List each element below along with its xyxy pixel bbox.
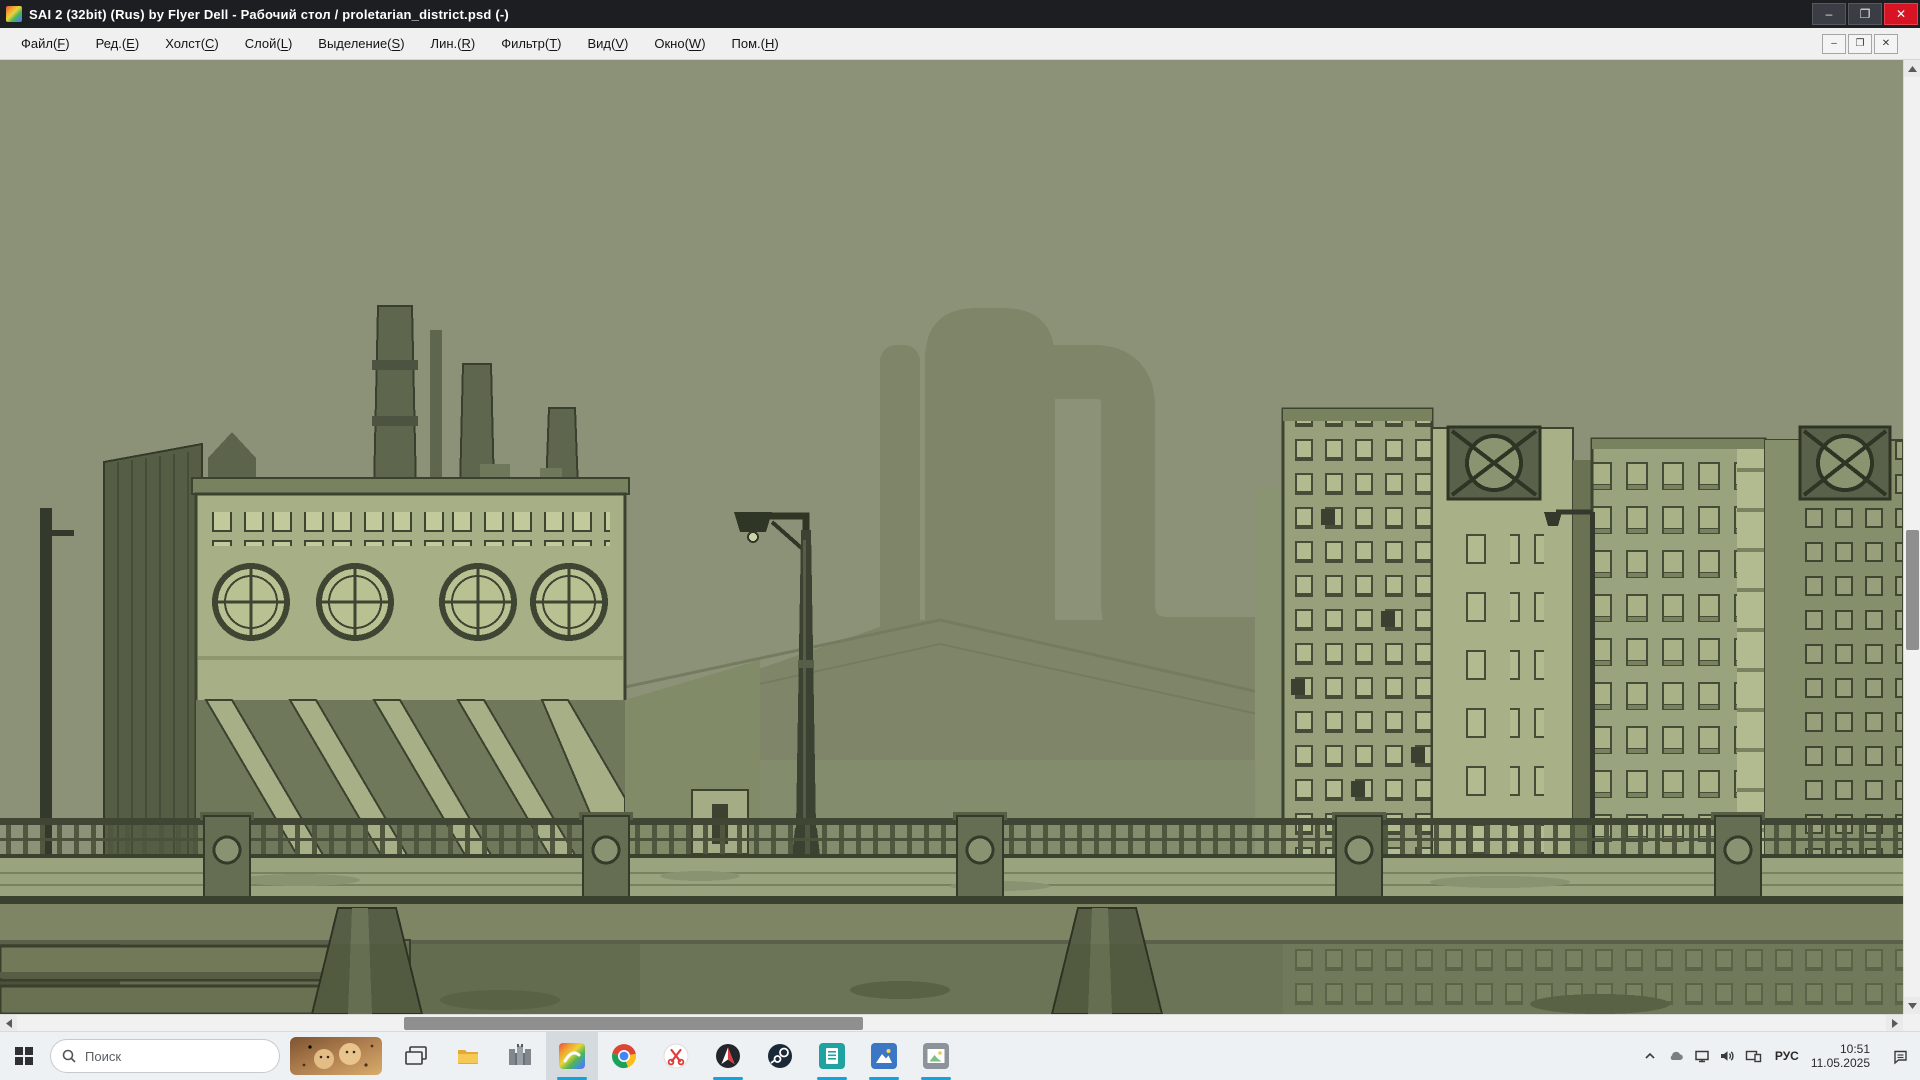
menu-item[interactable]: Файл(F) bbox=[8, 28, 83, 59]
canvas-artwork[interactable] bbox=[0, 60, 1903, 1014]
tray-volume-icon[interactable] bbox=[1715, 1032, 1741, 1080]
task-view-icon bbox=[405, 1046, 427, 1066]
office-writer-icon bbox=[819, 1043, 845, 1069]
menu-item[interactable]: Вид(V) bbox=[575, 28, 642, 59]
taskbar-app-file-explorer[interactable] bbox=[442, 1032, 494, 1080]
language-indicator[interactable]: РУС bbox=[1767, 1049, 1807, 1063]
close-button[interactable]: ✕ bbox=[1884, 3, 1918, 25]
scroll-right-arrow[interactable] bbox=[1886, 1015, 1903, 1032]
menu-item[interactable]: Слой(L) bbox=[232, 28, 306, 59]
menu-item[interactable]: Фильтр(T) bbox=[488, 28, 574, 59]
tray-chevron-up-icon[interactable] bbox=[1637, 1032, 1663, 1080]
sai-app-icon bbox=[6, 6, 22, 22]
truss-emblem-2 bbox=[1800, 427, 1890, 499]
search-input[interactable] bbox=[85, 1049, 245, 1064]
vertical-scroll-thumb[interactable] bbox=[1906, 530, 1919, 650]
window-title: SAI 2 (32bit) (Rus) by Flyer Dell - Рабо… bbox=[29, 7, 509, 22]
scissors-app-icon bbox=[663, 1043, 689, 1069]
restore-button[interactable]: ❐ bbox=[1848, 3, 1882, 25]
taskbar-app-office-writer[interactable] bbox=[806, 1032, 858, 1080]
start-button[interactable] bbox=[0, 1032, 48, 1080]
doc-restore-button[interactable]: ❐ bbox=[1848, 34, 1872, 54]
tray-cloud-icon[interactable] bbox=[1663, 1032, 1689, 1080]
search-icon bbox=[61, 1048, 77, 1064]
windows-logo-icon bbox=[15, 1047, 33, 1065]
menu-item[interactable]: Холст(C) bbox=[152, 28, 232, 59]
spotlight-cheetah-thumbnail[interactable] bbox=[290, 1037, 382, 1075]
scroll-left-arrow[interactable] bbox=[0, 1015, 17, 1032]
vertical-scrollbar[interactable] bbox=[1903, 60, 1920, 1014]
menu-item[interactable]: Окно(W) bbox=[641, 28, 718, 59]
horizontal-scroll-thumb[interactable] bbox=[404, 1017, 863, 1030]
bridge-overpass bbox=[0, 812, 1903, 944]
photos-icon bbox=[871, 1043, 897, 1069]
steam-icon bbox=[767, 1043, 793, 1069]
menu-item[interactable]: Лин.(R) bbox=[418, 28, 489, 59]
navigator-icon bbox=[715, 1043, 741, 1069]
sai2-icon bbox=[559, 1043, 585, 1069]
notification-icon bbox=[1892, 1048, 1909, 1065]
taskbar-app-navigator[interactable] bbox=[702, 1032, 754, 1080]
system-tray: РУС 10:51 11.05.2025 bbox=[1637, 1032, 1920, 1080]
taskbar-app-image-viewer[interactable] bbox=[910, 1032, 962, 1080]
taskbar-app-sai2[interactable] bbox=[546, 1032, 598, 1080]
truss-emblem-1 bbox=[1448, 427, 1540, 499]
scroll-up-arrow[interactable] bbox=[1904, 60, 1920, 77]
horizontal-scrollbar[interactable] bbox=[0, 1014, 1903, 1031]
taskbar-app-fortress-game[interactable] bbox=[494, 1032, 546, 1080]
desktop-screen: SAI 2 (32bit) (Rus) by Flyer Dell - Рабо… bbox=[0, 0, 1920, 1080]
chrome-icon bbox=[611, 1043, 637, 1069]
window-controls: – ❐ ✕ bbox=[1812, 0, 1920, 28]
minimize-button[interactable]: – bbox=[1812, 3, 1846, 25]
fortress-game-icon bbox=[507, 1043, 533, 1069]
doc-close-button[interactable]: ✕ bbox=[1874, 34, 1898, 54]
title-bar: SAI 2 (32bit) (Rus) by Flyer Dell - Рабо… bbox=[0, 0, 1920, 28]
clock-date: 11.05.2025 bbox=[1811, 1056, 1870, 1070]
notification-center-button[interactable] bbox=[1880, 1032, 1920, 1080]
taskbar: РУС 10:51 11.05.2025 bbox=[0, 1031, 1920, 1080]
search-box[interactable] bbox=[50, 1039, 280, 1073]
clock-time: 10:51 bbox=[1811, 1042, 1870, 1056]
file-explorer-icon bbox=[455, 1043, 481, 1069]
image-viewer-icon bbox=[923, 1043, 949, 1069]
taskbar-app-chrome[interactable] bbox=[598, 1032, 650, 1080]
task-view-button[interactable] bbox=[390, 1032, 442, 1080]
scrollbar-corner bbox=[1903, 1014, 1920, 1031]
tray-device-icon[interactable] bbox=[1741, 1032, 1767, 1080]
doc-minimize-button[interactable]: – bbox=[1822, 34, 1846, 54]
menu-item[interactable]: Пом.(H) bbox=[719, 28, 792, 59]
drawing-canvas[interactable] bbox=[0, 60, 1903, 1014]
menu-item[interactable]: Выделение(S) bbox=[305, 28, 417, 59]
taskbar-clock[interactable]: 10:51 11.05.2025 bbox=[1807, 1042, 1880, 1070]
taskbar-app-photos[interactable] bbox=[858, 1032, 910, 1080]
taskbar-app-scissors[interactable] bbox=[650, 1032, 702, 1080]
taskbar-app-steam[interactable] bbox=[754, 1032, 806, 1080]
menu-item-list: Файл(F)Ред.(E)Холст(C)Слой(L)Выделение(S… bbox=[0, 28, 792, 59]
document-window-controls: – ❐ ✕ bbox=[1820, 34, 1898, 54]
tray-network-icon[interactable] bbox=[1689, 1032, 1715, 1080]
menu-bar: Файл(F)Ред.(E)Холст(C)Слой(L)Выделение(S… bbox=[0, 28, 1920, 60]
menu-item[interactable]: Ред.(E) bbox=[83, 28, 153, 59]
scroll-down-arrow[interactable] bbox=[1904, 997, 1920, 1014]
